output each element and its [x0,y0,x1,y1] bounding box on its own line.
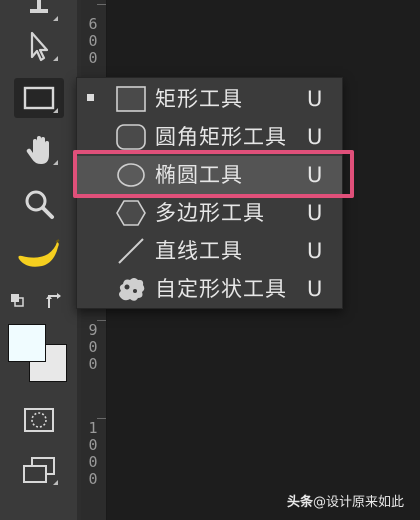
shape-tool-button[interactable] [14,78,64,118]
swap-colors-icon [46,293,61,308]
watermark-text: @设计原来如此 [312,495,404,510]
watermark: 头条@设计原来如此 [287,491,404,510]
menu-item-shortcut: U [307,239,323,263]
screen-mode-button[interactable] [14,450,64,490]
ruler-number: 6 0 0 [88,15,98,67]
tools-panel [0,0,78,520]
menu-item-polygon-tool[interactable]: 多边形工具 U [77,194,342,232]
menu-item-rectangle-tool[interactable]: 矩形工具 U [77,80,342,118]
path-selection-tool[interactable] [14,26,64,66]
hand-tool[interactable] [14,130,64,170]
menu-item-label: 多边形工具 [155,201,265,225]
rounded-rectangle-icon [116,124,146,150]
menu-item-shortcut: U [307,201,323,225]
move-icon [30,0,48,13]
selection-arrow-icon [30,31,49,62]
default-colors-icon [11,294,24,307]
watermark-prefix: 头条 [286,495,313,510]
menu-item-label: 矩形工具 [155,87,243,111]
screen-mode-icon [23,457,55,483]
default-colors-button[interactable] [10,292,24,307]
quick-mask-button[interactable] [14,400,64,440]
rectangle-shape-icon [23,86,55,110]
menu-item-label: 直线工具 [155,239,243,263]
menu-item-line-tool[interactable]: 直线工具 U [77,232,342,270]
polygon-icon [116,200,146,226]
annotation-highlight-box [73,150,354,198]
swap-colors-button[interactable] [44,290,64,310]
banana-tool[interactable] [14,236,64,276]
ruler-number: 1 0 0 0 [88,419,98,488]
banana-icon [18,239,60,267]
zoom-tool[interactable] [14,184,64,224]
ruler-number: 9 0 0 [88,321,98,373]
menu-item-shortcut: U [307,125,323,149]
foreground-color-swatch[interactable] [8,324,46,362]
menu-item-shortcut: U [307,87,323,111]
move-tool[interactable] [14,0,64,26]
menu-item-custom-shape-tool[interactable]: 自定形状工具 U [77,270,342,308]
hand-icon [26,136,49,164]
custom-shape-icon [119,278,145,301]
zoom-icon [25,190,54,219]
current-tool-indicator [87,94,94,101]
rectangle-icon [116,86,146,112]
quick-mask-icon [24,408,54,432]
line-icon [118,238,144,264]
menu-item-label: 圆角矩形工具 [155,125,287,149]
menu-item-label: 自定形状工具 [155,277,287,301]
menu-item-shortcut: U [307,277,323,301]
